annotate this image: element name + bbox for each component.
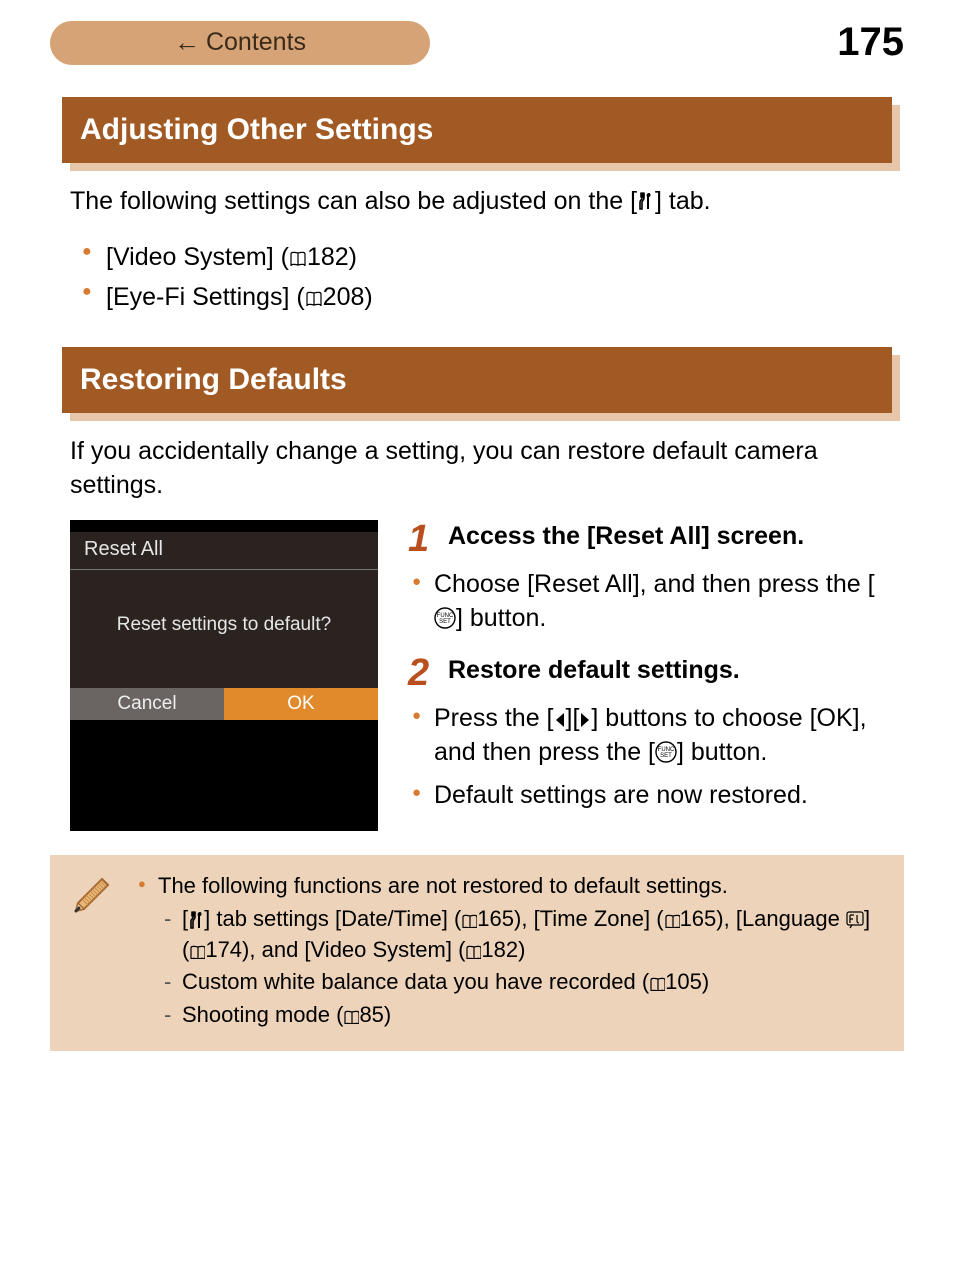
text: ) [518,937,525,962]
text: Press the [ [434,704,554,732]
book-icon [343,1010,359,1024]
text: [Video System] ( [106,243,289,271]
text: ] button. [677,738,767,766]
book-icon [289,251,307,267]
step-title: Restore default settings. [448,654,740,692]
page-ref[interactable]: 208 [323,283,365,311]
list-item: [Video System] ( 182) [70,237,884,277]
settings-list: [Video System] ( 182) [Eye-Fi Settings] (… [70,237,884,317]
step-2: 2 Restore default settings. [408,654,884,692]
func-set-icon [434,607,456,629]
text: ] button. [456,604,546,632]
pencil-icon [72,867,118,913]
page-header: ← Contents 175 [50,20,904,65]
back-arrow-icon: ← [174,27,200,58]
page-ref[interactable]: 182 [307,243,349,271]
note-item: Shooting mode ( 85) [158,1000,882,1031]
text: Choose [Reset All], and then press the [ [434,570,875,598]
section-heading-adjusting: Adjusting Other Settings [62,97,892,163]
text: ), [Time Zone] ( [514,906,664,931]
ok-button: OK [224,688,378,720]
book-icon [305,291,323,307]
page-ref[interactable]: 165 [477,906,514,931]
page-ref[interactable]: 105 [665,969,702,994]
text: ), and [Video System] ( [242,937,465,962]
text: [Eye-Fi Settings] ( [106,283,305,311]
section-title: Adjusting Other Settings [62,97,892,163]
text: ) [364,283,372,311]
note-lead: The following functions are not restored… [136,871,882,1031]
text: Custom white balance data you have recor… [182,969,649,994]
camera-screenshot: Reset All Reset settings to default? Can… [70,520,378,831]
book-icon [649,977,665,991]
text: ) [349,243,357,271]
text: ][ [566,704,580,732]
note-box: The following functions are not restored… [50,855,904,1051]
page-ref[interactable]: 85 [359,1002,383,1027]
step-bullet: Default settings are now restored. [408,779,884,813]
step-title: Access the [Reset All] screen. [448,520,804,558]
screenshot-title: Reset All [70,532,378,570]
step-1: 1 Access the [Reset All] screen. [408,520,884,558]
intro-paragraph: The following settings can also be adjus… [70,185,884,219]
book-icon [664,914,680,928]
tools-tab-icon [637,192,655,212]
text: ) [384,1002,391,1027]
text: The following settings can also be adjus… [70,187,637,215]
list-item: [Eye-Fi Settings] ( 208) [70,277,884,317]
text: ), [Language [716,906,846,931]
page-ref[interactable]: 165 [680,906,717,931]
contents-label: Contents [206,28,306,57]
func-set-icon [655,741,677,763]
steps-column: 1 Access the [Reset All] screen. Choose … [408,520,884,831]
text: The following functions are not restored… [158,873,728,898]
text: ] tab. [655,187,711,215]
step-bullet: Choose [Reset All], and then press the [… [408,568,884,636]
intro-paragraph: If you accidentally change a setting, yo… [70,435,884,503]
language-icon [846,910,864,929]
note-item: Custom white balance data you have recor… [158,967,882,998]
step-bullet: Press the [][] buttons to choose [OK], a… [408,702,884,770]
right-arrow-icon [579,711,591,729]
note-content: The following functions are not restored… [136,871,882,1033]
page-ref[interactable]: 182 [481,937,518,962]
contents-button[interactable]: ← Contents [50,21,430,65]
book-icon [465,945,481,959]
screenshot-prompt: Reset settings to default? [70,570,378,688]
page-ref[interactable]: 174 [205,937,242,962]
cancel-button: Cancel [70,688,224,720]
section-title: Restoring Defaults [62,347,892,413]
book-icon [189,945,205,959]
tools-tab-icon [188,911,204,929]
section-heading-restoring: Restoring Defaults [62,347,892,413]
text: ] tab settings [Date/Time] ( [204,906,461,931]
text: ) [702,969,709,994]
note-item: [] tab settings [Date/Time] (165), [Time… [158,904,882,966]
text: Shooting mode ( [182,1002,343,1027]
page-number: 175 [837,20,904,65]
step-number: 2 [408,654,436,692]
left-arrow-icon [554,711,566,729]
step-number: 1 [408,520,436,558]
book-icon [461,914,477,928]
